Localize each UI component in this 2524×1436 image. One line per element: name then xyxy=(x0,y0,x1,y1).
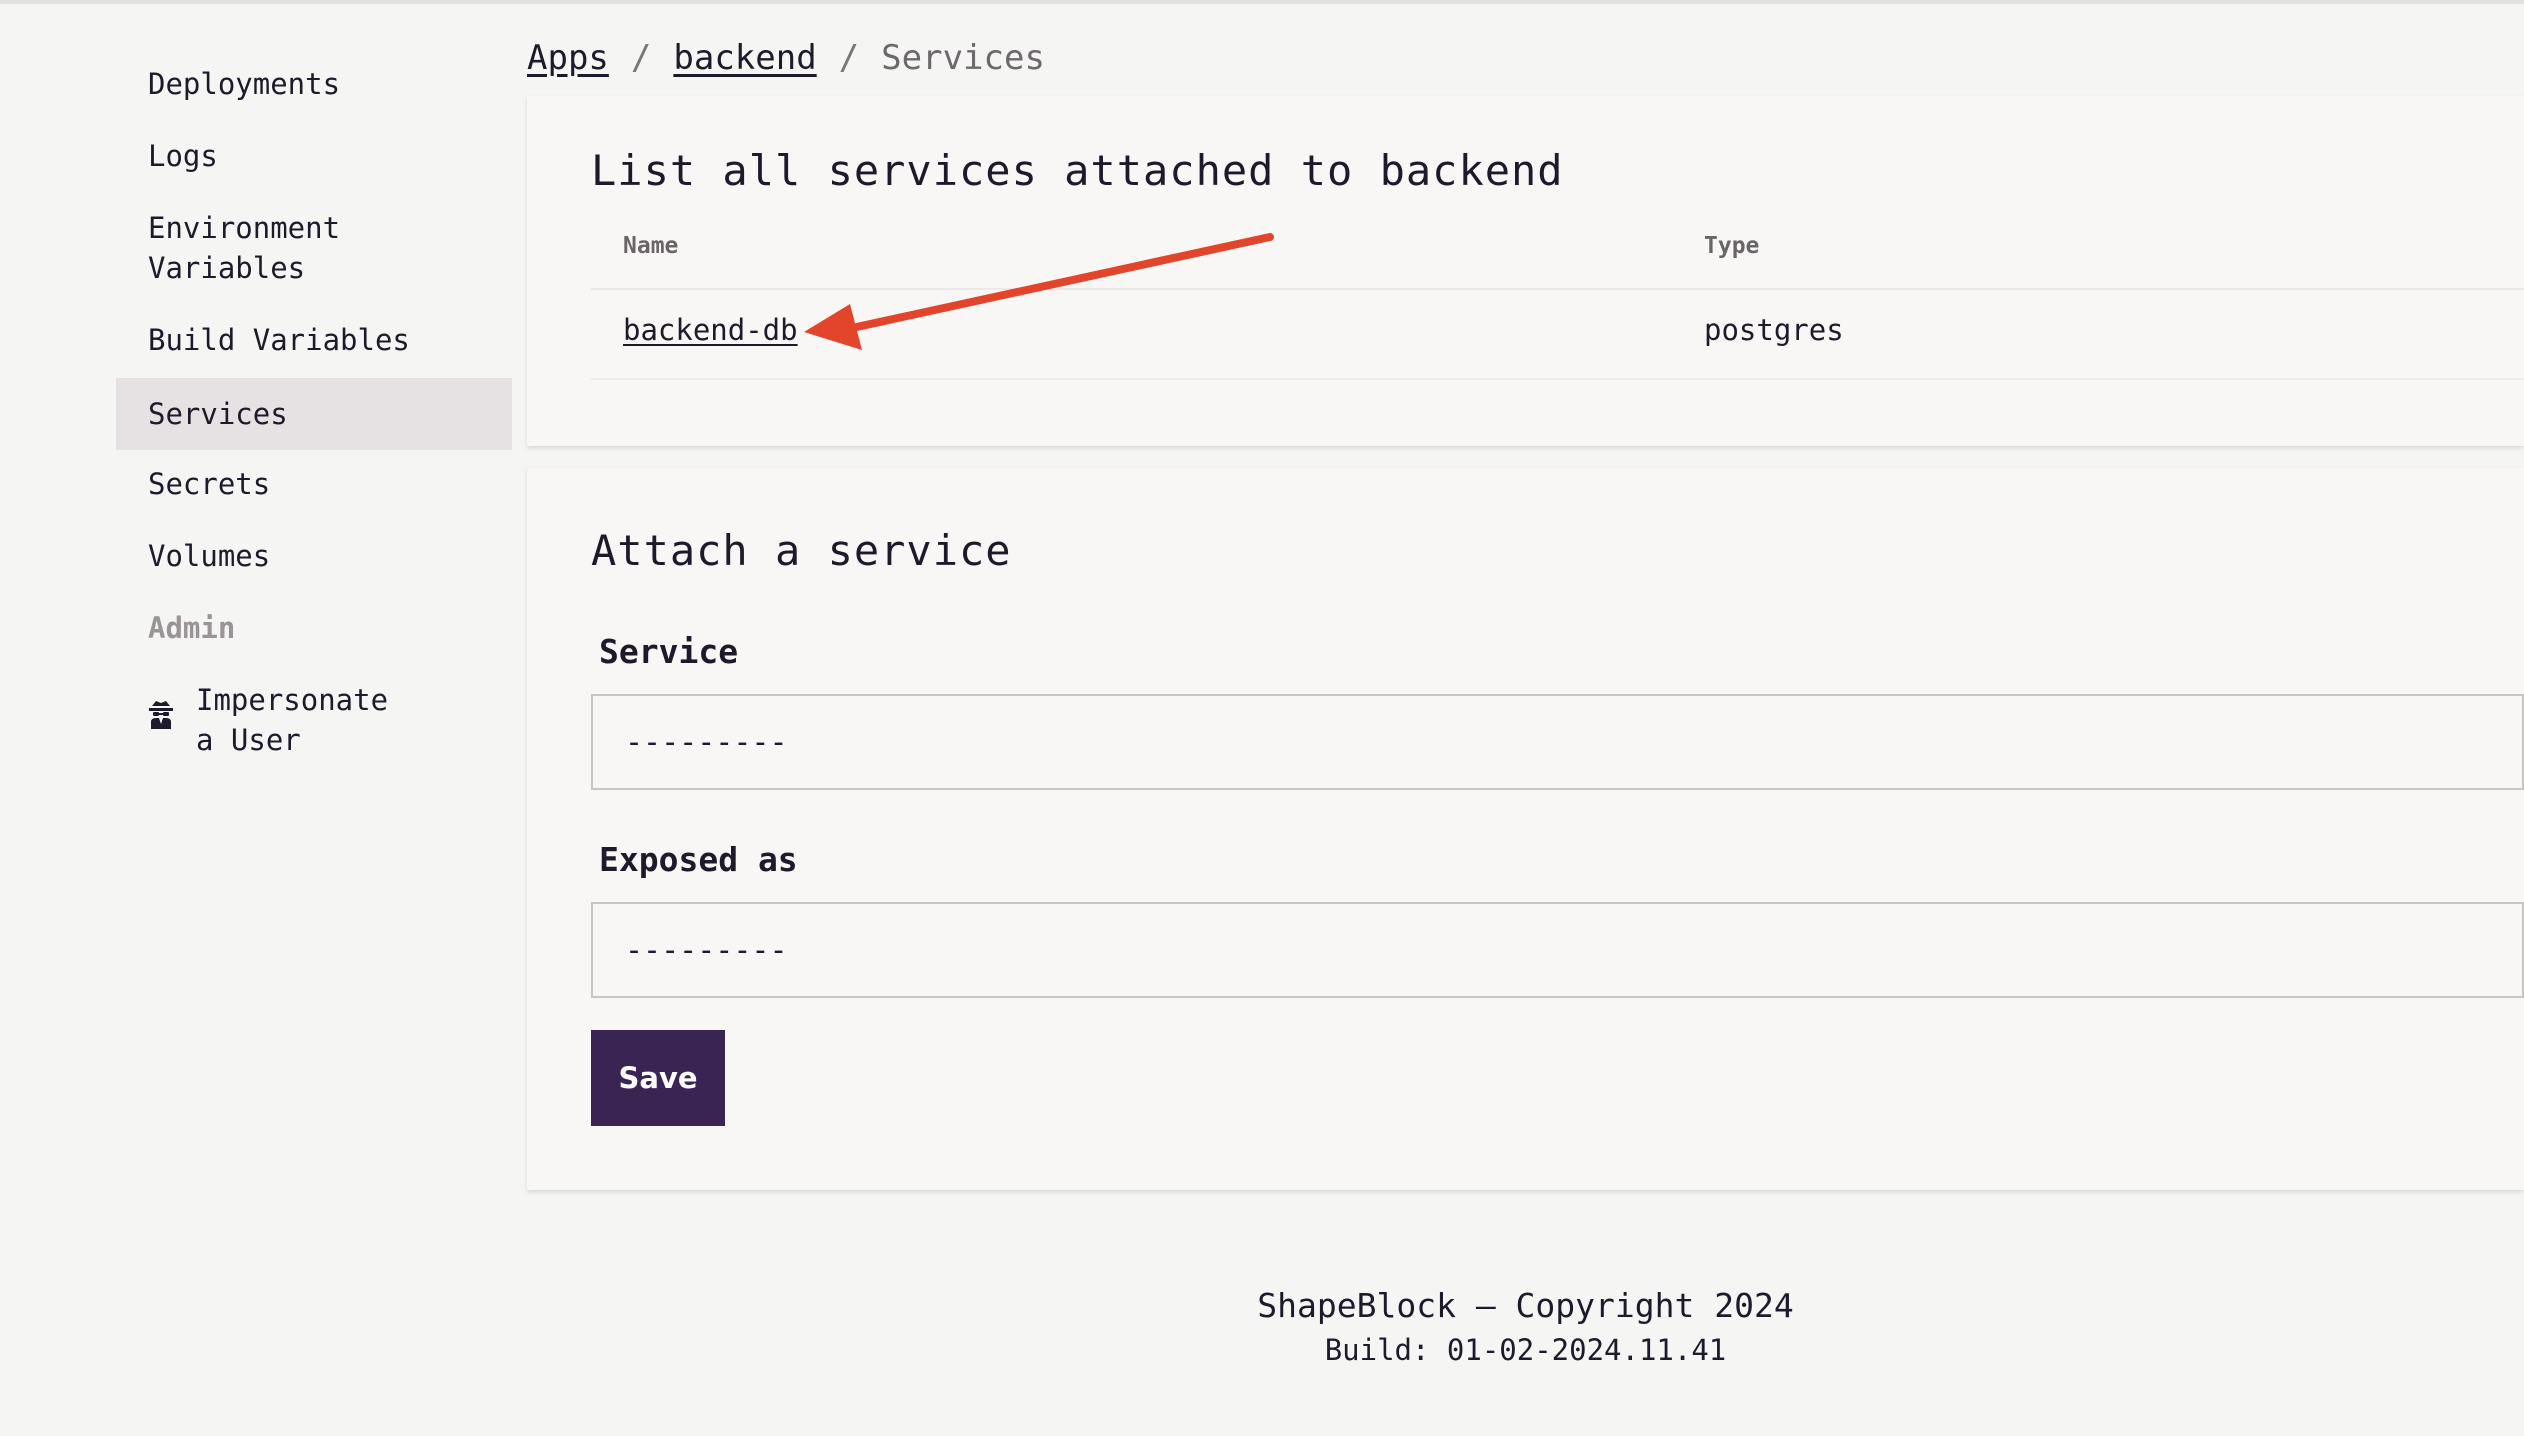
attach-service-card: Attach a service Service --------- Expos… xyxy=(527,468,2524,1190)
service-label: Service xyxy=(599,632,739,671)
footer: ShapeBlock — Copyright 2024 Build: 01-02… xyxy=(527,1284,2524,1370)
spy-icon xyxy=(148,700,174,730)
sidebar-item-volumes[interactable]: Volumes xyxy=(116,536,512,576)
sidebar-item-secrets[interactable]: Secrets xyxy=(116,464,512,504)
exposed-as-select[interactable]: --------- xyxy=(591,902,2524,998)
sidebar-item-services[interactable]: Services xyxy=(116,378,512,450)
attach-service-title: Attach a service xyxy=(591,526,1012,575)
services-list-title: List all services attached to backend xyxy=(591,146,1564,195)
top-border xyxy=(0,0,2524,4)
sidebar-section-admin: Admin xyxy=(148,611,236,645)
sidebar-item-deployments[interactable]: Deployments xyxy=(116,64,512,104)
impersonate-user-label: Impersonate a User xyxy=(196,683,389,757)
service-select[interactable]: --------- xyxy=(591,694,2524,790)
save-button[interactable]: Save xyxy=(591,1030,725,1126)
breadcrumb-separator: / xyxy=(838,38,860,78)
services-list-card: List all services attached to backend Na… xyxy=(527,96,2524,446)
sidebar-item-environment-variables[interactable]: Environment Variables xyxy=(116,208,416,288)
breadcrumb-app-link[interactable]: backend xyxy=(673,38,816,78)
sidebar-item-build-variables[interactable]: Build Variables xyxy=(116,320,512,360)
service-name-link[interactable]: backend-db xyxy=(623,310,798,350)
footer-copyright: ShapeBlock — Copyright 2024 xyxy=(1257,1286,1794,1325)
column-header-type: Type xyxy=(1704,233,1760,259)
breadcrumb-separator: / xyxy=(630,38,652,78)
table-divider xyxy=(591,288,2524,290)
breadcrumb-current: Services xyxy=(881,38,1045,78)
breadcrumb: Apps / backend / Services xyxy=(527,34,1045,82)
column-header-name: Name xyxy=(623,233,679,259)
table-divider xyxy=(591,378,2524,380)
sidebar-item-logs[interactable]: Logs xyxy=(116,136,512,176)
breadcrumb-apps-link[interactable]: Apps xyxy=(527,38,609,78)
exposed-as-label: Exposed as xyxy=(599,840,798,879)
service-type: postgres xyxy=(1704,313,1844,347)
footer-build: Build: 01-02-2024.11.41 xyxy=(1324,1333,1727,1367)
sidebar-item-impersonate-user[interactable]: Impersonate a User xyxy=(116,680,512,760)
